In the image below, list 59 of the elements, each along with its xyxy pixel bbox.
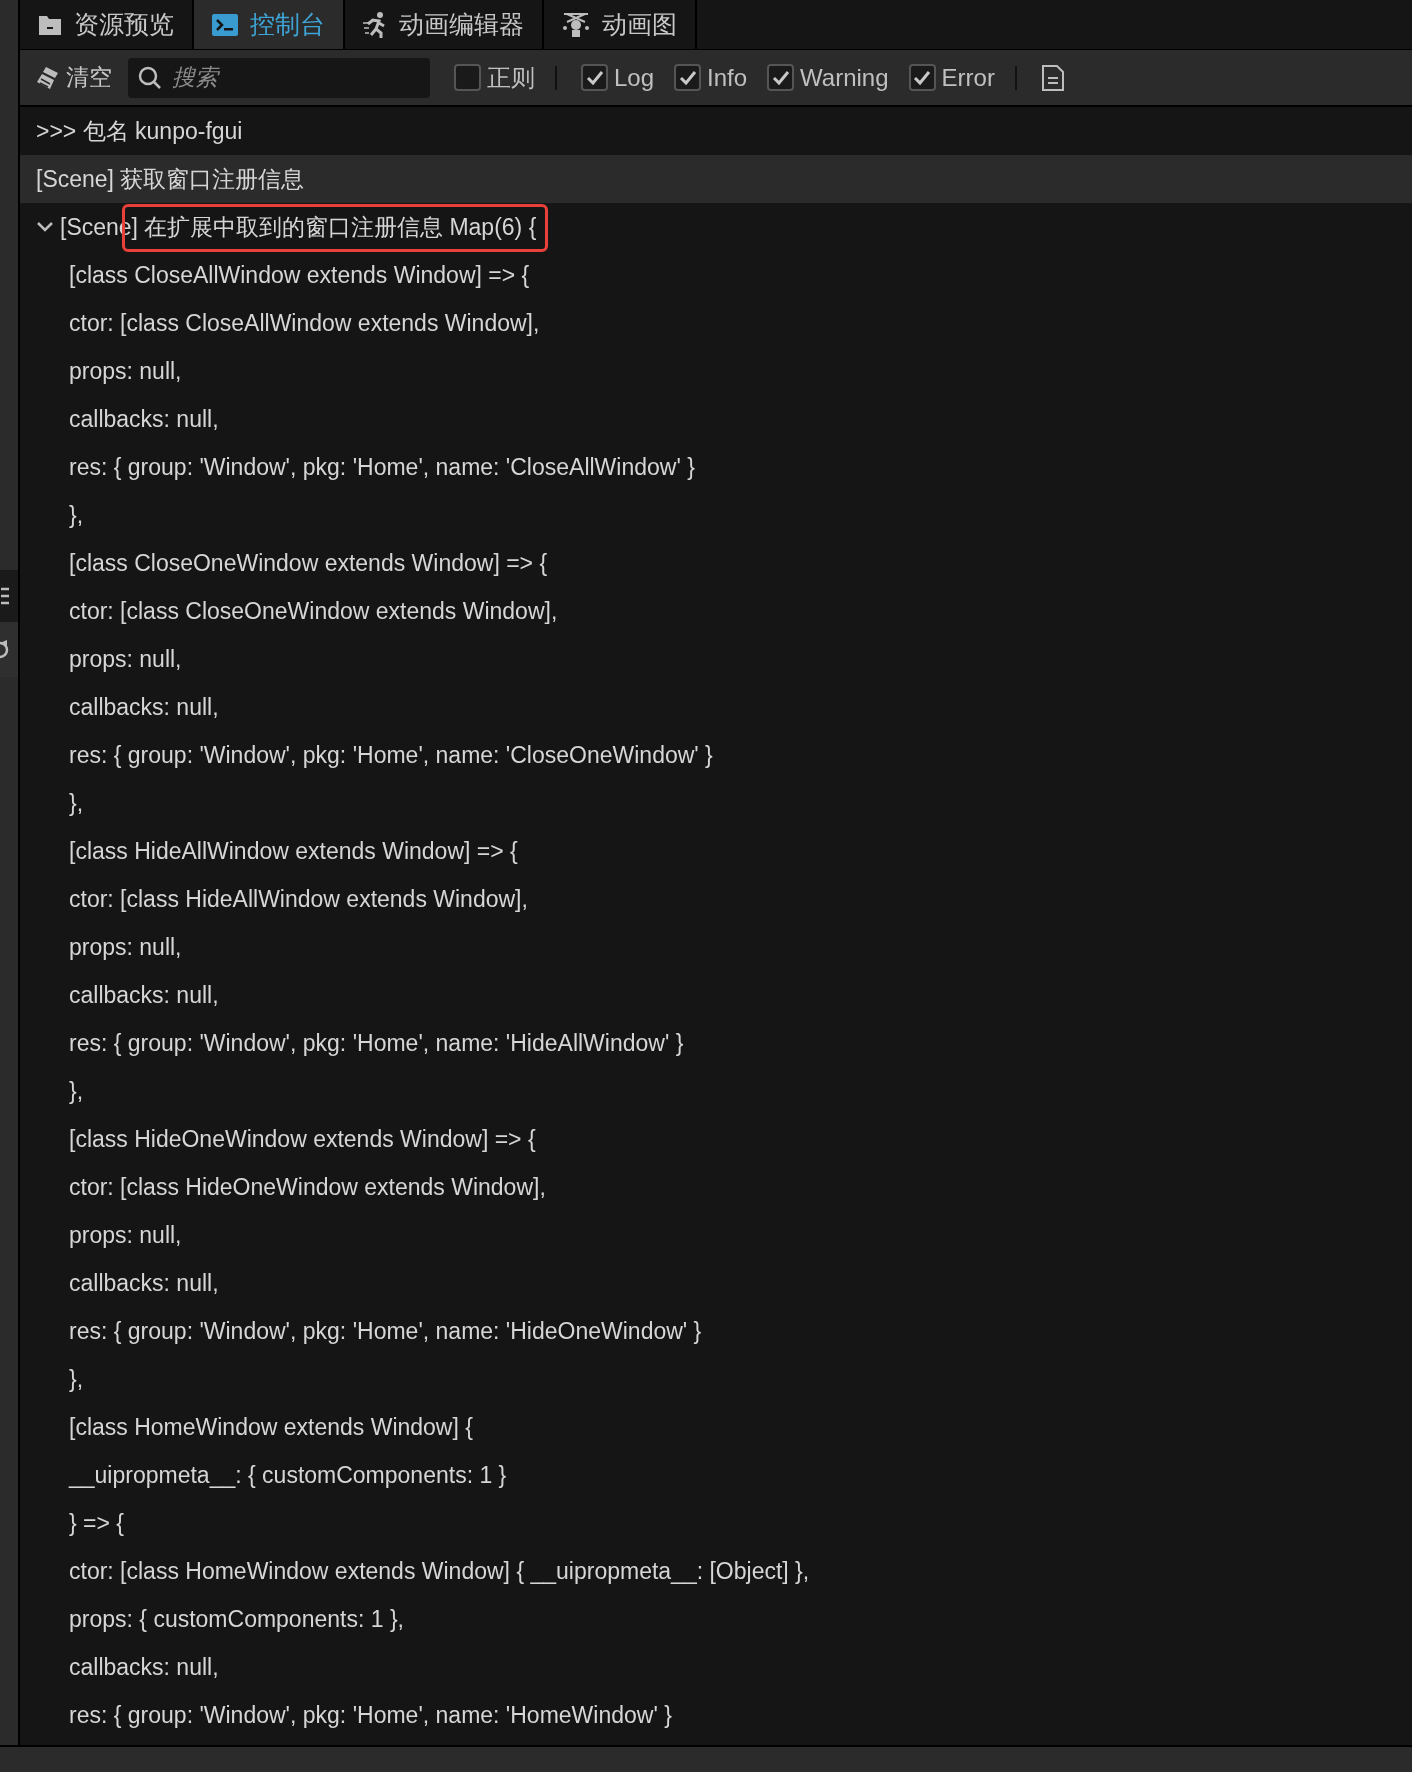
checkbox[interactable] (674, 64, 702, 91)
log-line: }, (69, 788, 84, 818)
log-line: [class HideAllWindow extends Window] => { (69, 836, 518, 866)
log-line: ctor: [class CloseOneWindow extends Window], (69, 596, 558, 626)
log-line: props: null, (69, 932, 182, 962)
log-line: ctor: [class HomeWindow extends Window] { __uipropmeta__: [Object] }, (69, 1556, 810, 1586)
checkbox[interactable] (767, 64, 795, 91)
log-line: res: { group: 'Window', pkg: 'Home', name: 'CloseOneWindow' } (69, 740, 713, 770)
checkbox[interactable] (454, 64, 481, 91)
clear-button[interactable]: 清空 (36, 60, 112, 95)
log-line: [class HomeWindow extends Window] { (69, 1412, 473, 1442)
checkmark-icon (913, 69, 932, 86)
log-line: ctor: [class CloseAllWindow extends Window], (69, 308, 540, 338)
terminal-icon (212, 13, 238, 36)
log-line: }, (69, 1076, 84, 1106)
checkbox-label: Log (614, 62, 655, 93)
log-message: >>> 包名 kunpo-fgui (35, 116, 243, 146)
log-line: res: { group: 'Window', pkg: 'Home', name: 'HomeWindow' } (69, 1700, 672, 1730)
checkmark-icon (771, 69, 790, 86)
checkmark-icon (678, 69, 697, 86)
node-graph-icon (562, 11, 590, 38)
log-line: __uipropmeta__: { customComponents: 1 } (69, 1460, 507, 1490)
search-icon (138, 65, 162, 90)
log-line: props: null, (69, 356, 182, 386)
checkbox[interactable] (908, 64, 936, 91)
log-line: res: { group: 'Window', pkg: 'Home', name: 'HideOneWindow' } (69, 1316, 702, 1346)
checkbox-label: Info (707, 62, 748, 93)
log-line: ctor: [class HideAllWindow extends Window], (69, 884, 528, 914)
log-line: }, (69, 1364, 84, 1394)
log-line: props: null, (69, 644, 182, 674)
log-line: callbacks: null, (69, 1268, 219, 1298)
list-icon[interactable] (1, 587, 11, 605)
log-line: res: { group: 'Window', pkg: 'Home', name: 'HideAllWindow' } (69, 1028, 684, 1058)
log-line: props: { customComponents: 1 }, (69, 1604, 404, 1634)
checkbox[interactable] (581, 64, 608, 91)
log-line: callbacks: null, (69, 1652, 219, 1682)
log-line: props: null, (69, 1220, 182, 1250)
log-line: [class HideOneWindow extends Window] => { (69, 1124, 536, 1154)
log-line: [class CloseAllWindow extends Window] => { (69, 260, 530, 290)
checkmark-icon (585, 69, 604, 86)
checkbox-label: 正则 (487, 62, 535, 93)
log-line: callbacks: null, (69, 404, 219, 434)
log-message: [Scene] 获取窗口注册信息 (35, 164, 305, 194)
log-line: ctor: [class HideOneWindow extends Window], (69, 1172, 546, 1202)
document-icon[interactable] (1040, 64, 1065, 91)
folder-icon (38, 13, 62, 36)
checkbox-label: Error (941, 62, 995, 93)
running-figure-icon (363, 10, 387, 39)
chevron-icon[interactable] (36, 221, 54, 233)
log-line: res: { group: 'Window', pkg: 'Home', name: 'CloseAllWindow' } (69, 452, 695, 482)
checkbox-label: Warning (800, 62, 889, 93)
log-line: }, (69, 500, 84, 530)
log-line: [class CloseOneWindow extends Window] => { (69, 548, 548, 578)
log-line: callbacks: null, (69, 692, 219, 722)
tab[interactable]: 控制台 (194, 0, 345, 49)
log-message: 在扩展中取到的窗口注册信息 Map(6) { (144, 213, 537, 240)
log-line: callbacks: null, (69, 980, 219, 1010)
search-field[interactable]: 搜索 (128, 57, 430, 98)
log-line: } => { (69, 1508, 124, 1538)
